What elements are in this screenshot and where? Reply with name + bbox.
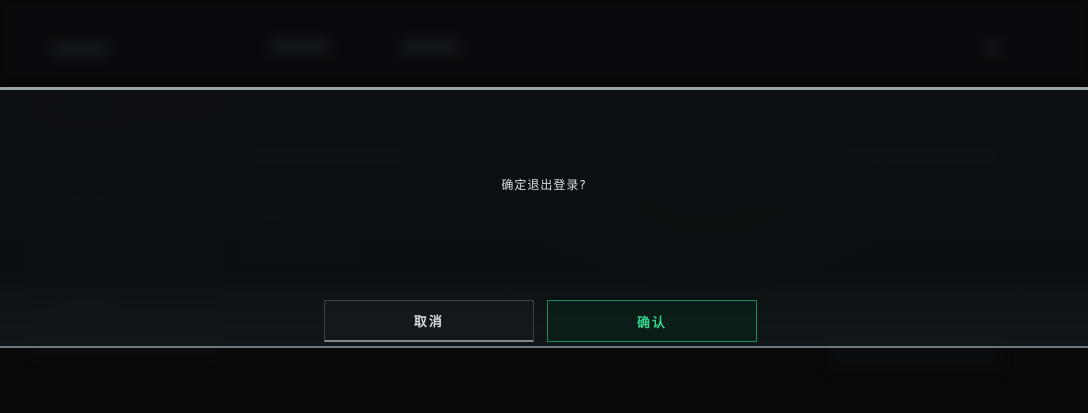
app-screen: 确定退出登录? 取消 确认 [0,0,1088,413]
background-placeholder [400,40,460,54]
background-top-bar [0,0,1088,80]
cancel-button[interactable]: 取消 [324,300,534,342]
background-placeholder [50,42,110,56]
confirm-button[interactable]: 确认 [547,300,757,342]
dialog-button-row: 取消 确认 [0,300,1088,344]
background-placeholder [270,40,330,54]
dialog-message: 确定退出登录? [501,178,587,192]
background-placeholder [985,40,1001,54]
logout-confirm-dialog: 确定退出登录? 取消 确认 [0,87,1088,348]
